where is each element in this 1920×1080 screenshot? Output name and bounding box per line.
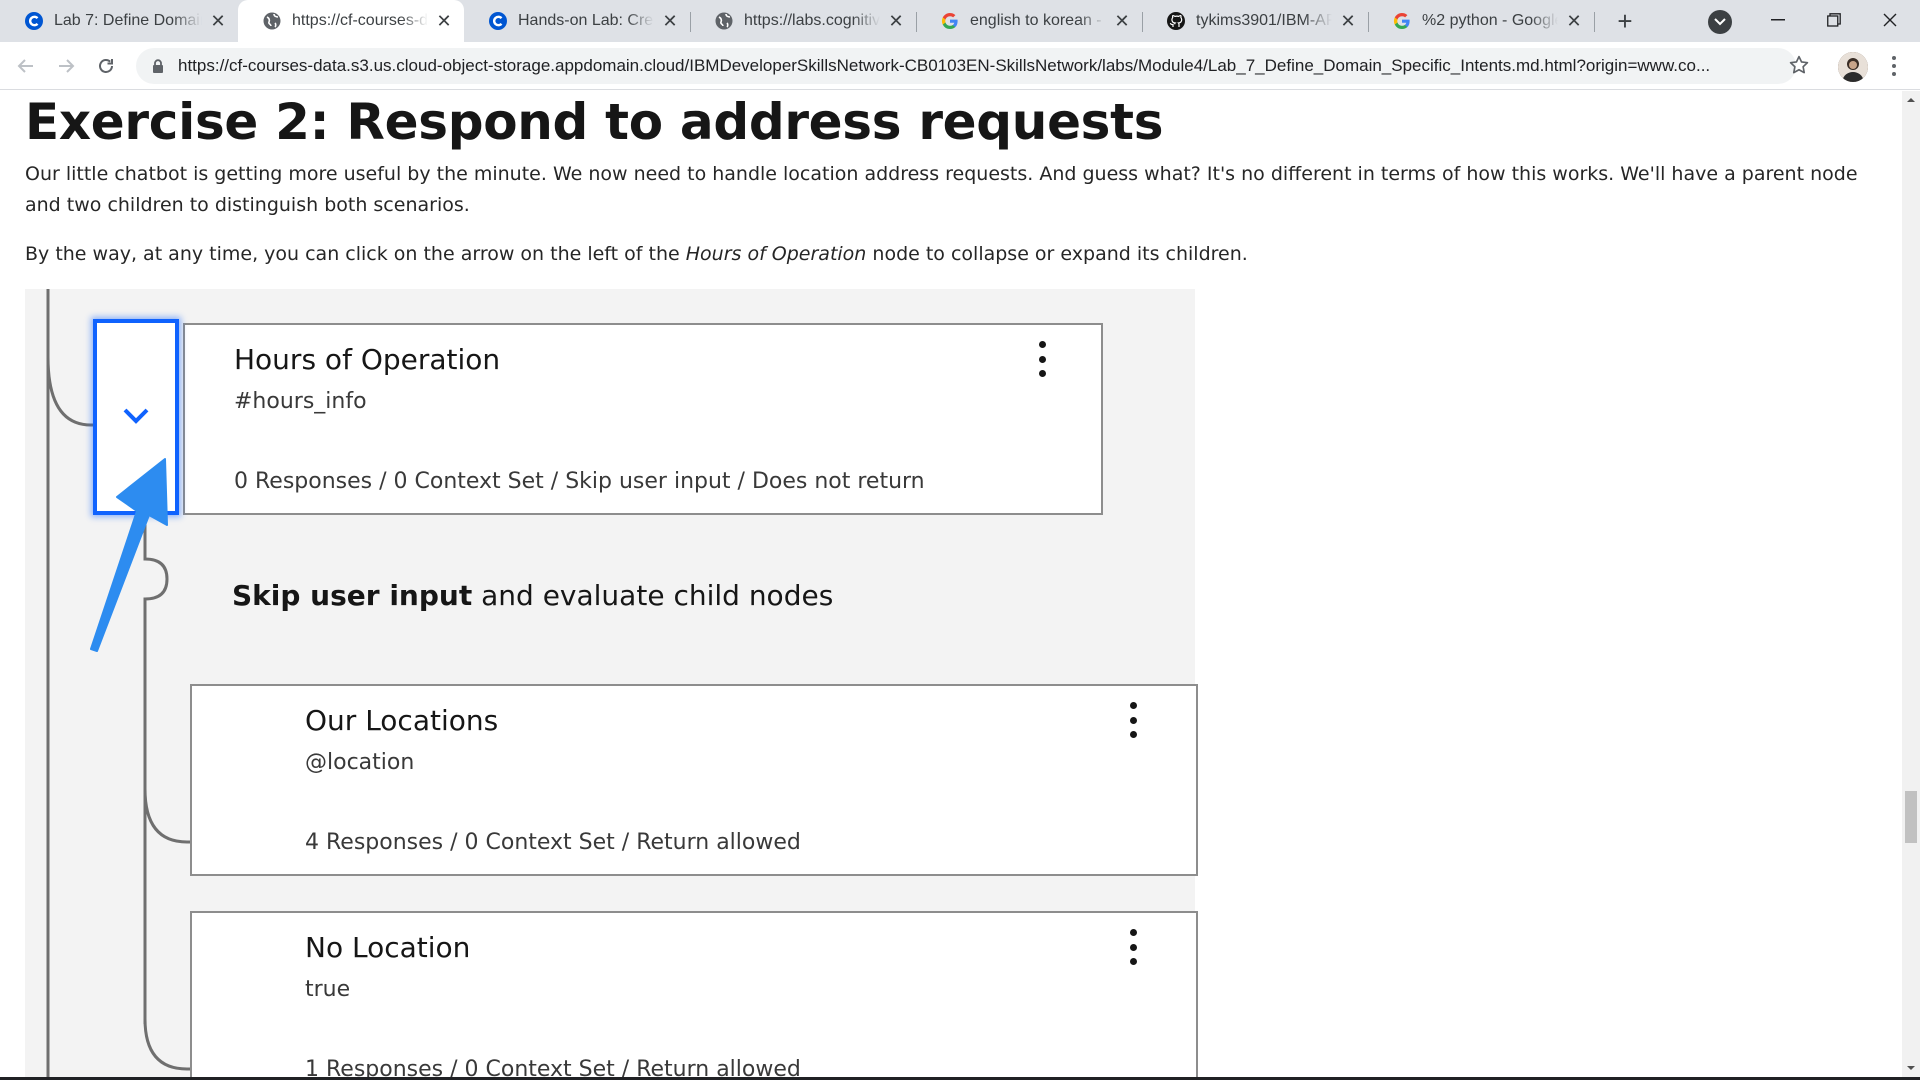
node-card-hours-of-operation[interactable]: Hours of Operation #hours_info 0 Respons… [183, 323, 1103, 515]
tab-title: https://cf-courses-data [292, 12, 428, 29]
page-scrollbar[interactable] [1902, 91, 1920, 1080]
close-icon[interactable]: ✕ [434, 11, 454, 31]
tab-search-icon[interactable] [1708, 10, 1732, 34]
close-window-button[interactable] [1862, 0, 1918, 40]
tab-cf-courses[interactable]: https://cf-courses-data ✕ [238, 0, 464, 42]
node-menu-icon[interactable] [1039, 341, 1047, 377]
close-icon[interactable]: ✕ [660, 11, 680, 31]
restore-button[interactable] [1806, 0, 1862, 40]
tab-lab7[interactable]: Lab 7: Define Domain ✕ [0, 0, 238, 42]
node-condition: true [305, 977, 351, 1002]
node-condition: #hours_info [234, 389, 367, 414]
node-summary: 4 Responses / 0 Context Set / Return all… [305, 830, 801, 855]
profile-avatar[interactable] [1838, 52, 1868, 82]
node-card-no-location[interactable]: No Location true 1 Responses / 0 Context… [190, 911, 1198, 1080]
lock-icon [153, 58, 163, 73]
node-title: Our Locations [305, 704, 499, 737]
forward-arrow-icon [59, 59, 75, 73]
google-icon [940, 11, 960, 31]
bookmark-star-icon[interactable] [1788, 54, 1814, 80]
new-tab-button[interactable]: + [1610, 6, 1640, 36]
scroll-up-icon[interactable] [1906, 95, 1916, 105]
address-bar[interactable]: https://cf-courses-data.s3.us.cloud-obje… [136, 48, 1796, 84]
tab-title: english to korean - G [970, 12, 1106, 29]
skip-label-bold: Skip user input [232, 579, 473, 612]
node-condition: @location [305, 750, 415, 775]
node-title: Hours of Operation [234, 343, 501, 376]
tab-title: https://labs.cognitive [744, 12, 880, 29]
node-name-emphasis: Hours of Operation [685, 243, 867, 265]
close-icon[interactable]: ✕ [208, 11, 228, 31]
browser-toolbar: https://cf-courses-data.s3.us.cloud-obje… [0, 42, 1920, 90]
back-arrow-icon [17, 59, 33, 73]
node-summary: 0 Responses / 0 Context Set / Skip user … [234, 469, 925, 494]
reload-icon [99, 59, 113, 73]
node-card-our-locations[interactable]: Our Locations @location 4 Responses / 0 … [190, 684, 1198, 876]
dialog-tree-figure: Hours of Operation #hours_info 0 Respons… [25, 289, 1198, 1080]
paragraph-tip-text: node to collapse or expand its children. [866, 243, 1248, 265]
node-title: No Location [305, 931, 471, 964]
coursera-icon [24, 11, 44, 31]
skip-user-input-label: Skip user input and evaluate child nodes [232, 579, 833, 612]
skip-label-rest: and evaluate child nodes [472, 579, 834, 612]
browser-menu-icon[interactable] [1884, 54, 1904, 78]
minimize-button[interactable] [1750, 0, 1806, 40]
close-icon[interactable]: ✕ [1112, 11, 1132, 31]
paragraph-tip-text: By the way, at any time, you can click o… [25, 243, 686, 265]
annotation-arrow-icon [90, 458, 168, 652]
scroll-thumb[interactable] [1905, 791, 1917, 843]
globe-icon [262, 11, 282, 31]
reload-button[interactable] [90, 50, 122, 82]
tab-strip: Lab 7: Define Domain ✕ https://cf-course… [0, 0, 1920, 42]
close-icon[interactable]: ✕ [1338, 11, 1358, 31]
close-icon[interactable]: ✕ [1564, 11, 1584, 31]
chevron-down-icon [123, 408, 149, 424]
paragraph-tip: By the way, at any time, you can click o… [25, 239, 1875, 270]
coursera-icon [488, 11, 508, 31]
page-heading: Exercise 2: Respond to address requests [25, 93, 1164, 151]
tab-hands-on-lab[interactable]: Hands-on Lab: Creati ✕ [464, 0, 690, 42]
tab-labs-cognitive[interactable]: https://labs.cognitive ✕ [690, 0, 916, 42]
tab-title: %2 python - Google [1422, 12, 1558, 29]
github-icon [1166, 11, 1186, 31]
node-menu-icon[interactable] [1130, 929, 1138, 965]
forward-button[interactable] [50, 50, 82, 82]
tab-github[interactable]: tykims3901/IBM-APP ✕ [1142, 0, 1368, 42]
tab-title: Lab 7: Define Domain [54, 12, 202, 29]
back-button[interactable] [10, 50, 42, 82]
globe-icon [714, 11, 734, 31]
page-content: Exercise 2: Respond to address requests … [0, 91, 1902, 1080]
node-menu-icon[interactable] [1130, 702, 1138, 738]
tab-title: Hands-on Lab: Creati [518, 12, 654, 29]
scroll-down-icon[interactable] [1906, 1063, 1916, 1073]
tab-english-to-korean[interactable]: english to korean - G ✕ [916, 0, 1142, 42]
close-icon[interactable]: ✕ [886, 11, 906, 31]
paragraph-intro: Our little chatbot is getting more usefu… [25, 163, 1858, 216]
tab-separator [1594, 12, 1595, 32]
tab-title: tykims3901/IBM-APP [1196, 12, 1332, 29]
tab-python-google[interactable]: %2 python - Google ✕ [1368, 0, 1594, 42]
url-text: https://cf-courses-data.s3.us.cloud-obje… [178, 56, 1711, 75]
google-icon [1392, 11, 1412, 31]
